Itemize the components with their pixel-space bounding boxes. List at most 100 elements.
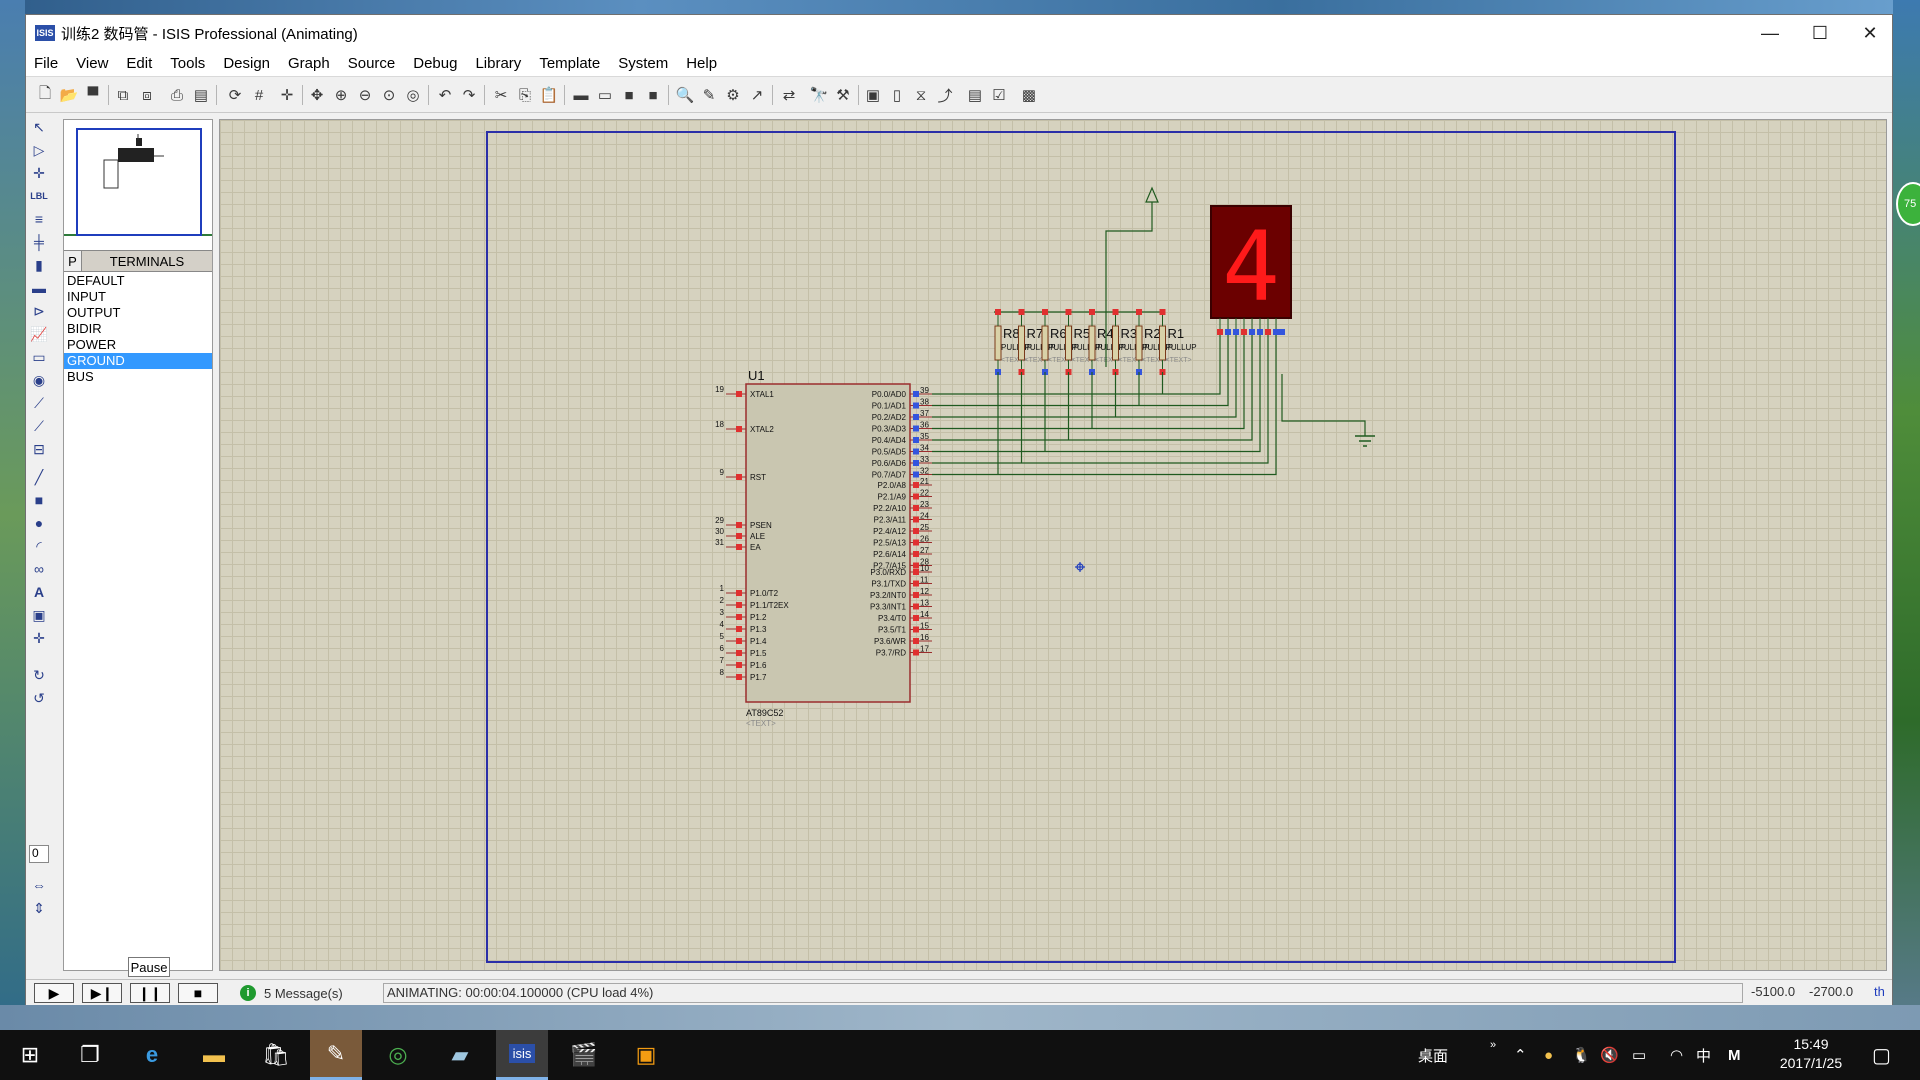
volume-muted-icon[interactable]: 🔇 <box>1600 1030 1619 1080</box>
zoom-area-icon[interactable]: ◎ <box>402 84 424 106</box>
block-move-icon[interactable]: ▭ <box>594 84 616 106</box>
junction-dot-icon[interactable]: ✛ <box>29 163 49 183</box>
menu-template[interactable]: Template <box>539 55 600 72</box>
import-icon[interactable]: ⧉ <box>112 84 134 106</box>
zoom-child-icon[interactable]: ⤴ <box>934 84 956 106</box>
ime-mode[interactable]: M <box>1728 1030 1741 1080</box>
new-sheet-icon[interactable]: ▣ <box>862 84 884 106</box>
step-button[interactable]: ▶❙ <box>82 983 122 1003</box>
tape-recorder-icon[interactable]: ▭ <box>29 347 49 367</box>
bus-mode-icon[interactable]: ╪ <box>29 232 49 252</box>
menu-file[interactable]: File <box>34 55 58 72</box>
menu-source[interactable]: Source <box>348 55 396 72</box>
voltage-probe-icon[interactable]: ⟋ <box>29 393 49 413</box>
device-pins-icon[interactable]: ⊳ <box>29 301 49 321</box>
units-label[interactable]: th <box>1874 984 1885 999</box>
rotate-anticlockwise-icon[interactable]: ↺ <box>29 688 49 708</box>
taskbar-app-video[interactable]: 🎬 <box>558 1030 610 1080</box>
menu-tools[interactable]: Tools <box>170 55 205 72</box>
wire-label-icon[interactable]: LBL <box>29 186 49 206</box>
terminals-mode-icon[interactable]: ▬ <box>29 278 49 298</box>
menu-debug[interactable]: Debug <box>413 55 457 72</box>
rotation-angle-field[interactable]: 0 <box>29 845 49 863</box>
save-icon[interactable]: ▀ <box>82 84 104 106</box>
line-2d-icon[interactable]: ╱ <box>29 467 49 487</box>
taskbar-app-notes[interactable]: ▰ <box>434 1030 486 1080</box>
pause-button[interactable]: ❙❙ <box>130 983 170 1003</box>
current-probe-icon[interactable]: ⟋ <box>29 416 49 436</box>
pick-device-icon[interactable]: 🔍 <box>674 84 696 106</box>
bill-of-materials-icon[interactable]: ▤ <box>964 84 986 106</box>
remove-sheet-icon[interactable]: ▯ <box>886 84 908 106</box>
terminal-item-input[interactable]: INPUT <box>64 289 212 305</box>
graph-mode-icon[interactable]: 📈 <box>29 324 49 344</box>
taskbar-app-tools[interactable]: ✎ <box>310 1030 362 1080</box>
menu-help[interactable]: Help <box>686 55 717 72</box>
mirror-vertical-icon[interactable]: ⇕ <box>29 898 49 918</box>
zoom-in-icon[interactable]: ⊕ <box>330 84 352 106</box>
new-file-icon[interactable]: 🗋 <box>34 84 56 106</box>
taskbar-app-pdf[interactable]: ▣ <box>620 1030 672 1080</box>
path-2d-icon[interactable]: ∞ <box>29 559 49 579</box>
menu-design[interactable]: Design <box>223 55 270 72</box>
menu-edit[interactable]: Edit <box>126 55 152 72</box>
schematic-canvas[interactable]: U1 AT89C52 <TEXT> 19 XTAL1 18 XTAL2 9 RST 29 PS… <box>219 119 1887 971</box>
power-terminal-arrow-icon[interactable] <box>1145 186 1159 203</box>
block-delete-icon[interactable]: ■ <box>642 84 664 106</box>
task-view-button[interactable]: ❐ <box>64 1030 116 1080</box>
desktop-toolbar-label[interactable]: 桌面 <box>1418 1030 1448 1080</box>
block-rotate-icon[interactable]: ■ <box>618 84 640 106</box>
property-tool-icon[interactable]: ⚒ <box>832 84 854 106</box>
qq-icon[interactable]: 🐧 <box>1572 1030 1591 1080</box>
ime-language[interactable]: 中 <box>1696 1030 1711 1080</box>
terminal-item-bus[interactable]: BUS <box>64 369 212 385</box>
overview-window[interactable] <box>64 120 212 236</box>
search-tag-icon[interactable]: 🔭 <box>808 84 830 106</box>
ares-icon[interactable]: ▩ <box>1018 84 1040 106</box>
redo-icon[interactable]: ↷ <box>458 84 480 106</box>
print-area-icon[interactable]: ▤ <box>190 84 212 106</box>
zoom-out-icon[interactable]: ⊖ <box>354 84 376 106</box>
terminal-item-ground[interactable]: GROUND <box>64 353 212 369</box>
maximize-button[interactable]: ☐ <box>1794 15 1846 51</box>
virtual-instrument-icon[interactable]: ⊟ <box>29 439 49 459</box>
circle-2d-icon[interactable]: ● <box>29 513 49 533</box>
print-icon[interactable]: ⎙ <box>166 84 188 106</box>
copy-icon[interactable]: ⎘ <box>514 84 536 106</box>
taskbar-app-isis[interactable]: isis <box>496 1030 548 1080</box>
cut-icon[interactable]: ✂ <box>490 84 512 106</box>
pan-icon[interactable]: ✥ <box>306 84 328 106</box>
generator-icon[interactable]: ◉ <box>29 370 49 390</box>
taskbar-app-browser[interactable]: ◎ <box>372 1030 424 1080</box>
close-button[interactable]: ✕ <box>1844 15 1896 51</box>
start-button[interactable]: ⊞ <box>4 1030 56 1080</box>
system-clock[interactable]: 15:49 2017/1/25 <box>1766 1035 1856 1073</box>
rotate-clockwise-icon[interactable]: ↻ <box>29 665 49 685</box>
package-tool-icon[interactable]: ⚙ <box>722 84 744 106</box>
wifi-icon[interactable]: ◠ <box>1670 1030 1683 1080</box>
grid-icon[interactable]: # <box>248 84 270 106</box>
subcircuit-icon[interactable]: ▮ <box>29 255 49 275</box>
pick-devices-button[interactable]: P <box>64 251 82 271</box>
menu-system[interactable]: System <box>618 55 668 72</box>
menu-library[interactable]: Library <box>475 55 521 72</box>
zoom-all-icon[interactable]: ⊙ <box>378 84 400 106</box>
text-script-icon[interactable]: ≡ <box>29 209 49 229</box>
selection-mode-icon[interactable]: ↖ <box>29 117 49 137</box>
terminal-item-bidir[interactable]: BIDIR <box>64 321 212 337</box>
edge-browser-button[interactable]: e <box>126 1030 178 1080</box>
component-mode-icon[interactable]: ▷ <box>29 140 49 160</box>
text-2d-icon[interactable]: A <box>29 582 49 602</box>
open-folder-icon[interactable]: 📂 <box>58 84 80 106</box>
paste-icon[interactable]: 📋 <box>538 84 560 106</box>
undo-icon[interactable]: ↶ <box>434 84 456 106</box>
play-button[interactable]: ▶ <box>34 983 74 1003</box>
menu-view[interactable]: View <box>76 55 108 72</box>
store-button[interactable]: 🛍 <box>250 1030 302 1080</box>
arc-2d-icon[interactable]: ◜ <box>29 536 49 556</box>
toolbar-expand-icon[interactable]: » <box>1490 1020 1496 1070</box>
minimize-button[interactable]: — <box>1744 15 1796 51</box>
refresh-icon[interactable]: ⟳ <box>224 84 246 106</box>
wire-autorouter-icon[interactable]: ⇄ <box>778 84 800 106</box>
terminal-item-default[interactable]: DEFAULT <box>64 273 212 289</box>
